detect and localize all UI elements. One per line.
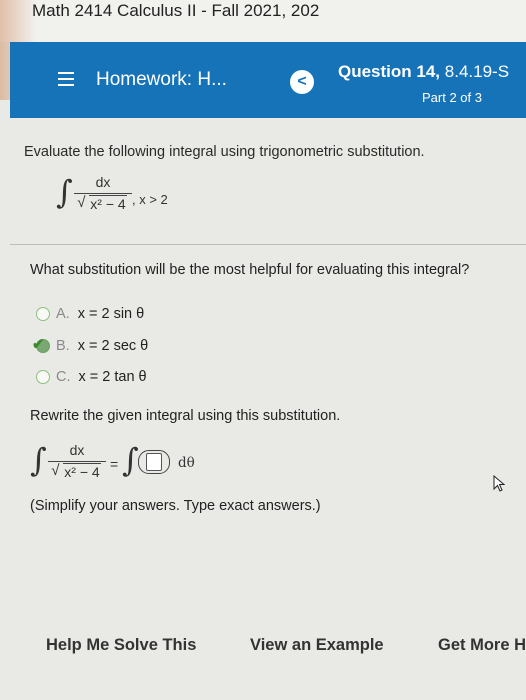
option-c-text: x = 2 tan θ <box>78 369 147 385</box>
homework-header: Homework: H... < Question 14, 8.4.19-S P… <box>10 42 526 118</box>
answer-instruction: (Simplify your answers. Type exact answe… <box>30 498 321 514</box>
part-indicator: Part 2 of 3 <box>422 90 482 105</box>
integral-sign-right: ∫ <box>122 441 139 479</box>
integral-sign: ∫ <box>56 173 73 211</box>
dtheta-label: dθ <box>178 455 195 471</box>
help-me-solve-button[interactable]: Help Me Solve This <box>46 636 196 655</box>
radio-button[interactable] <box>36 370 50 385</box>
get-more-help-button[interactable]: Get More H <box>438 636 526 655</box>
rewrite-denominator: x² − 4 <box>48 462 106 480</box>
option-c[interactable]: C. x = 2 tan θ <box>36 367 147 387</box>
rewrite-numerator: dx <box>48 442 106 462</box>
option-b[interactable]: ✔ B. x = 2 sec θ <box>32 336 149 356</box>
problem-prompt: Evaluate the following integral using tr… <box>24 144 425 160</box>
question-content: Evaluate the following integral using tr… <box>0 118 526 700</box>
option-b-text: x = 2 sec θ <box>77 338 149 354</box>
equals-sign: = <box>110 456 119 472</box>
checkmark-icon: ✔ <box>32 336 45 353</box>
radio-button[interactable] <box>36 307 50 322</box>
section-divider <box>10 244 526 245</box>
domain-condition: , x > 2 <box>132 192 168 207</box>
rewrite-instruction: Rewrite the given integral using this su… <box>30 408 341 424</box>
browser-title-bar: Math 2414 Calculus II - Fall 2021, 202 <box>0 0 526 42</box>
question-title: Question 14, 8.4.19-S <box>338 62 509 82</box>
homework-title[interactable]: Homework: H... <box>96 69 227 91</box>
integrand-denominator: x² − 4 <box>74 194 132 212</box>
integral-sign-left: ∫ <box>30 441 47 479</box>
integrand-fraction: dx x² − 4 <box>74 174 132 212</box>
question-number: 8.4.19-S <box>444 62 510 81</box>
hamburger-menu-icon[interactable] <box>58 72 74 86</box>
question-label: Question 14, <box>338 62 441 81</box>
option-a-text: x = 2 sin θ <box>77 306 145 322</box>
answer-box-icon[interactable] <box>146 453 162 471</box>
mouse-cursor-icon <box>493 475 506 492</box>
view-example-button[interactable]: View an Example <box>250 636 384 655</box>
help-footer: Help Me Solve This View an Example Get M… <box>0 624 526 674</box>
integrand-numerator: dx <box>74 174 132 194</box>
course-title: Math 2414 Calculus II - Fall 2021, 202 <box>32 1 320 20</box>
question-text: What substitution will be the most helpf… <box>30 262 470 278</box>
option-a[interactable]: A. x = 2 sin θ <box>36 304 144 324</box>
previous-question-button[interactable]: < <box>290 70 314 94</box>
rewrite-fraction: dx x² − 4 <box>48 442 106 480</box>
